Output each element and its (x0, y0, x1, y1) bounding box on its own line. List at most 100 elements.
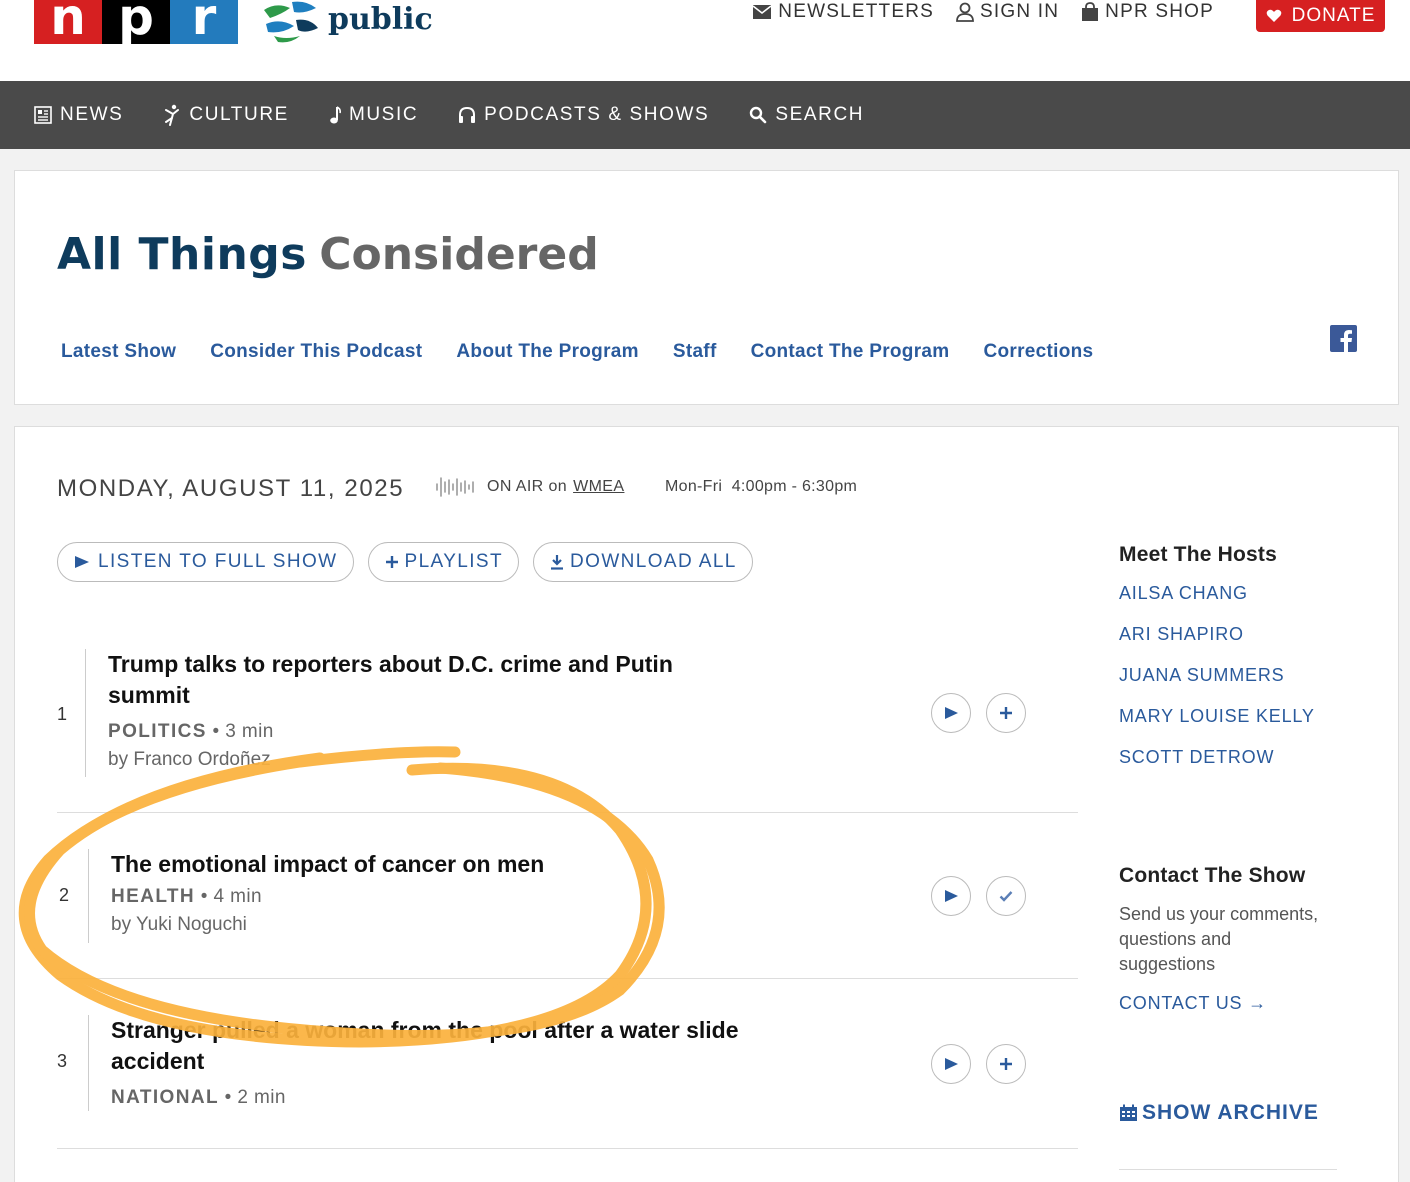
station-logo[interactable]: public (260, 0, 433, 44)
story-play-button[interactable] (931, 876, 971, 916)
audio-wave-icon (436, 477, 474, 497)
story-meta: NATIONAL • 2 min (111, 1087, 761, 1109)
show-title-light: Considered (319, 229, 599, 280)
story-body: Trump talks to reporters about D.C. crim… (85, 649, 758, 777)
plus-icon (1000, 707, 1012, 719)
listen-full-show-button[interactable]: LISTEN TO FULL SHOW (57, 542, 354, 582)
play-icon (945, 890, 958, 902)
donate-label: DONATE (1291, 5, 1376, 26)
play-icon (75, 556, 89, 568)
donate-button[interactable]: DONATE (1256, 0, 1385, 32)
sign-in-link[interactable]: SIGN IN (956, 1, 1059, 23)
utility-nav: NEWSLETTERS SIGN IN NPR SHOP (752, 0, 1214, 24)
plus-icon (385, 556, 398, 568)
nav-podcasts-shows-label: PODCASTS & SHOWS (484, 104, 710, 125)
story-tag[interactable]: NATIONAL (111, 1087, 219, 1108)
nav-music[interactable]: MUSIC (329, 104, 418, 126)
nav-podcasts-shows[interactable]: PODCASTS & SHOWS (458, 104, 709, 126)
host-link[interactable]: AILSA CHANG (1119, 583, 1359, 604)
nav-news-label: NEWS (60, 104, 124, 125)
host-link[interactable]: JUANA SUMMERS (1119, 665, 1359, 686)
story-number: 2 (59, 885, 70, 905)
user-icon (956, 2, 974, 22)
nav-culture-label: CULTURE (189, 104, 289, 125)
subnav-consider-this-podcast[interactable]: Consider This Podcast (210, 341, 422, 363)
subnav-corrections[interactable]: Corrections (983, 341, 1093, 363)
story-body: The emotional impact of cancer on men HE… (88, 849, 761, 943)
show-archive-label: SHOW ARCHIVE (1142, 1101, 1319, 1124)
subnav-latest-show[interactable]: Latest Show (61, 341, 176, 363)
nav-search-label: SEARCH (775, 104, 865, 125)
show-title: All Things Considered (57, 229, 599, 281)
story-tag[interactable]: HEALTH (111, 886, 195, 907)
download-all-button[interactable]: DOWNLOAD ALL (533, 542, 753, 582)
facebook-icon[interactable] (1330, 325, 1357, 352)
download-all-label: DOWNLOAD ALL (570, 551, 737, 572)
host-link[interactable]: ARI SHAPIRO (1119, 624, 1359, 645)
host-link[interactable]: MARY LOUISE KELLY (1119, 706, 1359, 727)
nav-culture[interactable]: CULTURE (163, 104, 289, 126)
story-add-to-playlist-button[interactable] (986, 1044, 1026, 1084)
npr-logo[interactable]: n p r (34, 0, 238, 44)
nav-news[interactable]: NEWS (34, 104, 123, 126)
story-byline[interactable]: by Yuki Noguchi (111, 914, 761, 936)
nav-music-label: MUSIC (348, 104, 419, 125)
heart-icon (1266, 9, 1281, 22)
show-header: All Things Considered Latest Show Consid… (14, 170, 1399, 405)
story-title[interactable]: The emotional impact of cancer on men (111, 849, 761, 880)
station-logo-mark-icon (264, 1, 318, 43)
story-number: 1 (57, 704, 68, 724)
show-archive-link[interactable]: SHOW ARCHIVE (1119, 1101, 1319, 1125)
main-nav: NEWS CULTURE MUSIC PODCASTS & SHOWS SEAR… (0, 81, 1410, 149)
story-tag[interactable]: POLITICS (108, 721, 207, 742)
story-number: 3 (57, 1051, 68, 1071)
npr-shop-link[interactable]: NPR SHOP (1081, 1, 1214, 23)
contact-heading: Contact The Show (1119, 864, 1306, 887)
story-added-to-playlist-button[interactable] (986, 876, 1026, 916)
newsletters-label: NEWSLETTERS (778, 1, 935, 22)
top-bar: n p r public NEWSLETTERS SIGN IN NPR SHO… (0, 0, 1410, 81)
episode-card: MONDAY, AUGUST 11, 2025 ON AIR on WMEA M… (14, 426, 1399, 1182)
story-duration: 4 min (213, 886, 262, 907)
listen-full-show-label: LISTEN TO FULL SHOW (98, 551, 338, 572)
story-title[interactable]: Stranger pulled a woman from the pool af… (111, 1015, 761, 1077)
story-item: 2 The emotional impact of cancer on men … (57, 813, 1078, 979)
story-item: 3 Stranger pulled a woman from the pool … (57, 979, 1078, 1149)
story-play-button[interactable] (931, 1044, 971, 1084)
station-logo-text: public (328, 2, 433, 37)
story-add-to-playlist-button[interactable] (986, 693, 1026, 733)
playlist-label: PLAYLIST (404, 551, 504, 572)
culture-icon (165, 104, 180, 126)
meta-separator: • (212, 721, 226, 742)
episode-actions: LISTEN TO FULL SHOW PLAYLIST DOWNLOAD AL… (57, 542, 753, 582)
contact-text: Send us your comments, questions and sug… (1119, 904, 1319, 974)
calendar-icon (1120, 1104, 1137, 1121)
hosts-heading: Meet The Hosts (1119, 543, 1277, 566)
sign-in-label: SIGN IN (980, 1, 1060, 22)
playlist-button[interactable]: PLAYLIST (367, 542, 520, 582)
contact-us-link[interactable]: CONTACT US → (1119, 993, 1359, 1014)
station-link[interactable]: WMEA (573, 478, 624, 496)
story-meta: HEALTH • 4 min (111, 886, 761, 908)
subnav-about-the-program[interactable]: About The Program (456, 341, 638, 363)
npr-logo-r: r (170, 0, 238, 44)
story-meta: POLITICS • 3 min (108, 721, 758, 743)
plus-icon (1000, 1058, 1012, 1070)
checkmark-icon (999, 891, 1013, 902)
story-byline[interactable]: by Franco Ordoñez (108, 749, 758, 771)
nav-search[interactable]: SEARCH (749, 104, 864, 126)
show-subnav: Latest Show Consider This Podcast About … (61, 341, 1093, 363)
shopping-bag-icon (1082, 2, 1099, 21)
story-duration: 2 min (237, 1087, 286, 1108)
subnav-contact-the-program[interactable]: Contact The Program (751, 341, 950, 363)
meta-separator: • (224, 1087, 238, 1108)
newsletters-link[interactable]: NEWSLETTERS (752, 1, 934, 23)
subnav-staff[interactable]: Staff (673, 341, 717, 363)
show-schedule: Mon-Fri 4:00pm - 6:30pm (665, 478, 858, 495)
npr-logo-n: n (34, 0, 102, 44)
story-title[interactable]: Trump talks to reporters about D.C. crim… (108, 649, 758, 711)
episode-date: MONDAY, AUGUST 11, 2025 (57, 475, 405, 502)
on-air-info: ON AIR on WMEA (435, 475, 624, 499)
story-play-button[interactable] (931, 693, 971, 733)
host-link[interactable]: SCOTT DETROW (1119, 747, 1359, 768)
